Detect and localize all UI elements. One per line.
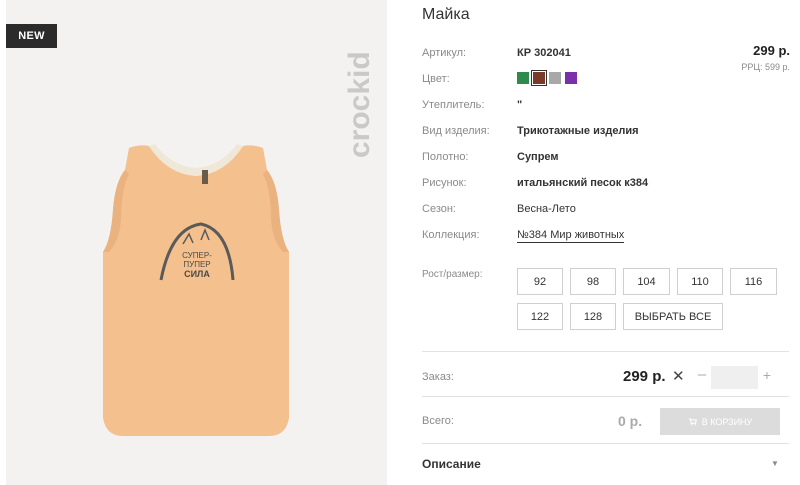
insulation-value: ": [517, 99, 523, 111]
divider: [422, 351, 789, 352]
article-value: КР 302041: [517, 47, 571, 59]
size-option-104[interactable]: 104: [623, 268, 670, 295]
total-label: Всего:: [422, 415, 454, 427]
select-all-sizes-button[interactable]: ВЫБРАТЬ ВСЕ: [623, 303, 723, 330]
order-price: 299 р.: [623, 368, 666, 385]
quantity-input[interactable]: [711, 366, 758, 389]
remove-order-icon[interactable]: ✕: [672, 367, 685, 385]
order-label: Заказ:: [422, 371, 454, 383]
size-option-110[interactable]: 110: [677, 268, 723, 295]
color-swatch-purple[interactable]: [565, 72, 577, 84]
print-line-3: СИЛА: [184, 269, 210, 279]
attr-label: Полотно:: [422, 151, 469, 163]
product-title: Майка: [422, 6, 470, 23]
total-value: 0 р.: [618, 413, 643, 429]
size-option-122[interactable]: 122: [517, 303, 563, 330]
divider: [422, 443, 789, 444]
fabric-value: Супрем: [517, 151, 559, 163]
attr-label: Утеплитель:: [422, 99, 485, 111]
attr-label: Коллекция:: [422, 229, 480, 241]
product-price: 299 р.: [753, 43, 790, 58]
attr-label: Артикул:: [422, 47, 467, 59]
type-value: Трикотажные изделия: [517, 125, 639, 137]
size-option-116[interactable]: 116: [730, 268, 777, 295]
pattern-value: итальянский песок к384: [517, 177, 649, 189]
size-option-98[interactable]: 98: [570, 268, 616, 295]
size-option-128[interactable]: 128: [570, 303, 616, 330]
tank-top-image: СУПЕР- ПУПЕР СИЛА: [103, 144, 289, 437]
attr-label: Рисунок:: [422, 177, 467, 189]
color-swatches: [517, 70, 577, 86]
color-swatch-gray[interactable]: [549, 72, 561, 84]
season-value: Весна-Лето: [517, 203, 576, 215]
brand-logo-text: crockid: [345, 51, 376, 158]
color-swatch-green[interactable]: [517, 72, 529, 84]
quantity-increase-button[interactable]: +: [761, 367, 773, 383]
brand-logo: crockid: [345, 51, 376, 158]
print-line-2: ПУПЕР: [183, 260, 210, 269]
size-label: Рост/размер:: [422, 269, 483, 280]
attr-label: Цвет:: [422, 73, 450, 85]
attr-label: Вид изделия:: [422, 125, 490, 137]
rrp-price: РРЦ: 599 р.: [741, 62, 790, 72]
attr-label: Сезон:: [422, 203, 456, 215]
add-to-cart-button[interactable]: В КОРЗИНУ: [660, 408, 780, 435]
description-toggle[interactable]: Описание: [422, 457, 481, 471]
size-option-92[interactable]: 92: [517, 268, 563, 295]
divider: [422, 396, 789, 397]
cart-icon: [688, 418, 697, 426]
chevron-down-icon[interactable]: ▼: [771, 459, 779, 468]
quantity-decrease-button[interactable]: –: [696, 366, 708, 383]
color-swatch-brown[interactable]: [531, 70, 547, 86]
print-line-1: СУПЕР-: [182, 251, 212, 260]
new-badge: NEW: [6, 24, 57, 48]
add-to-cart-label: В КОРЗИНУ: [701, 416, 753, 427]
collection-link[interactable]: №384 Мир животных: [517, 229, 625, 243]
product-photo[interactable]: NEW crockid СУПЕР- ПУПЕР СИЛА: [6, 0, 387, 485]
